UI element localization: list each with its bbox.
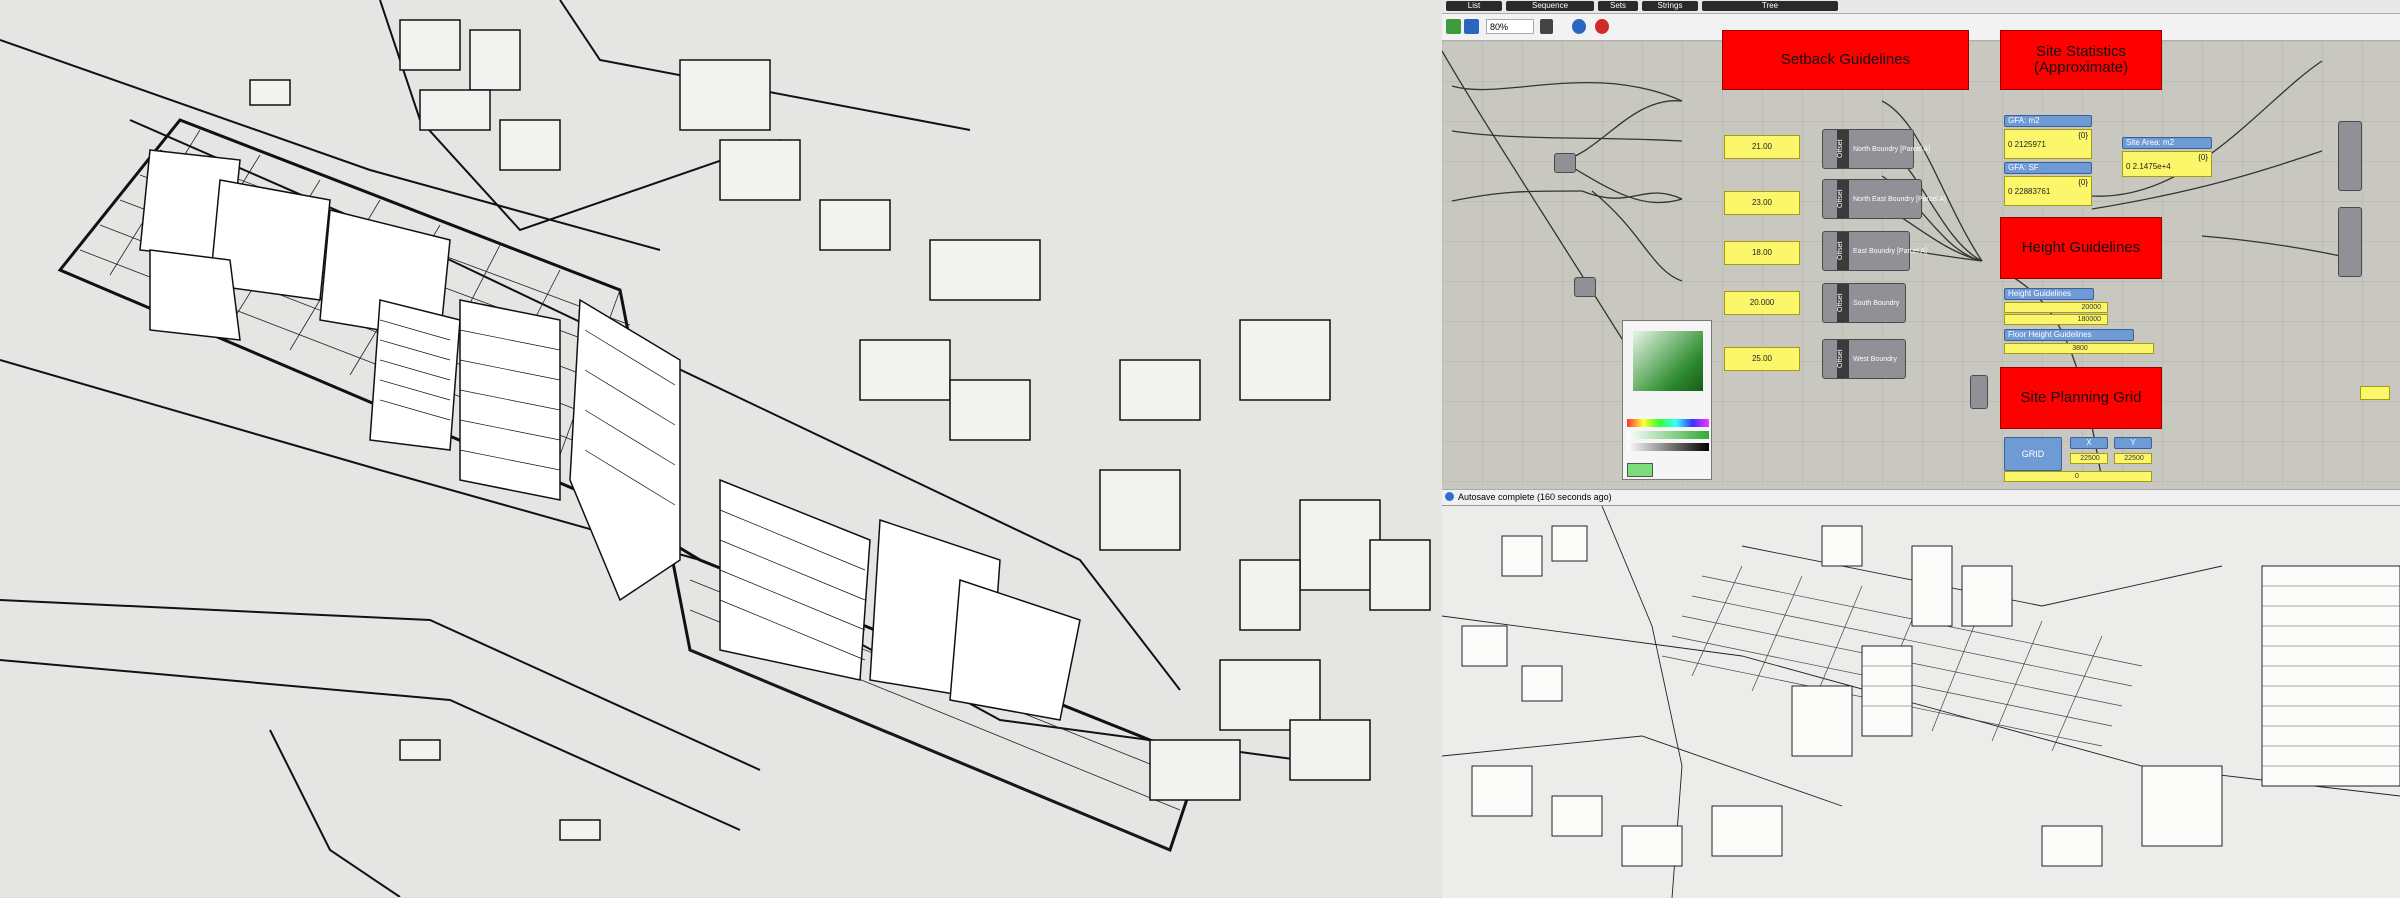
grid-y-slider[interactable]: 22500 <box>2114 453 2152 464</box>
gfa-sf-panel[interactable]: {0} 0 22883761 <box>2004 176 2092 206</box>
offset-component-label: South Boundry <box>1853 299 1900 307</box>
tab-sequence[interactable]: Sequence <box>1506 1 1594 11</box>
rhino-viewport-perspective[interactable] <box>0 0 1442 897</box>
height-guidelines-group[interactable]: Height Guidelines <box>2000 217 2162 279</box>
region-component[interactable] <box>1970 375 1988 409</box>
setback-panel-5[interactable]: 25.00 <box>1724 347 1800 371</box>
height-slider-1[interactable]: 20000 <box>2004 302 2108 313</box>
tab-list[interactable]: List <box>1446 1 1502 11</box>
offset-component-label: West Boundry <box>1853 355 1897 363</box>
offset-component-name: Offset <box>1837 180 1849 218</box>
swatch-preview <box>1627 463 1653 477</box>
save-file-icon[interactable] <box>1464 19 1479 34</box>
output-panel[interactable] <box>2360 386 2390 400</box>
gfa-sf-index: {0} <box>2078 178 2088 187</box>
rhino-viewport-aerial[interactable] <box>1442 505 2400 898</box>
colour-swatch-picker[interactable] <box>1622 320 1712 480</box>
status-bar: Autosave complete (160 seconds ago) <box>1442 489 2400 505</box>
setback-guidelines-group[interactable]: Setback Guidelines <box>1722 30 1969 90</box>
component-tab-strip: List Sequence Sets Strings Tree <box>1442 0 2400 14</box>
grasshopper-window: List Sequence Sets Strings Tree 80% Setb… <box>1442 0 2400 505</box>
saturation-slider[interactable] <box>1627 431 1709 439</box>
site-area-panel[interactable]: {0} 0 2.1475e+4 <box>2122 151 2212 177</box>
grid-rotation-slider[interactable]: 0 <box>2004 471 2152 482</box>
offset-component-north-east[interactable]: Offset North East Boundry [Parcel A] <box>1822 179 1946 219</box>
site-statistics-title: Site Statistics <box>2035 43 2127 60</box>
relay-node[interactable] <box>1574 277 1596 297</box>
gfa-sf-value: 0 22883761 <box>2008 187 2051 196</box>
height-slider-2[interactable]: 180000 <box>2004 314 2108 325</box>
hue-slider[interactable] <box>1627 419 1709 427</box>
grid-param[interactable]: GRID <box>2004 437 2062 471</box>
value-slider[interactable] <box>1627 443 1709 451</box>
aerial-massing-drawing <box>1442 506 2400 898</box>
grasshopper-canvas[interactable]: Setback Guidelines Site Statistics (Appr… <box>1442 30 2400 485</box>
gfa-m2-panel[interactable]: {0} 0 2125971 <box>2004 129 2092 159</box>
zoom-extents-icon[interactable] <box>1540 19 1553 34</box>
site-area-label[interactable]: Site Area: m2 <box>2122 137 2212 149</box>
output-component[interactable] <box>2338 121 2362 191</box>
grid-y-label[interactable]: Y <box>2114 437 2152 449</box>
tab-tree[interactable]: Tree <box>1702 1 1838 11</box>
height-guidelines-label[interactable]: Height Guidelines <box>2004 288 2094 300</box>
grid-x-slider[interactable]: 22500 <box>2070 453 2108 464</box>
offset-component-name: Offset <box>1837 340 1849 378</box>
open-file-icon[interactable] <box>1446 19 1461 34</box>
autosave-status-icon <box>1445 492 1454 501</box>
sketch-pen-icon[interactable] <box>1595 19 1609 34</box>
setback-panel-1[interactable]: 21.00 <box>1724 135 1800 159</box>
offset-component-name: Offset <box>1837 232 1849 270</box>
offset-component-name: Offset <box>1837 284 1849 322</box>
autosave-status-text: Autosave complete (160 seconds ago) <box>1458 492 1612 502</box>
tab-sets[interactable]: Sets <box>1598 1 1638 11</box>
offset-component-west[interactable]: Offset West Boundry <box>1822 339 1906 379</box>
site-area-value: 0 2.1475e+4 <box>2126 162 2171 171</box>
zoom-level-field[interactable]: 80% <box>1486 19 1534 34</box>
setback-panel-3[interactable]: 18.00 <box>1724 241 1800 265</box>
site-statistics-group[interactable]: Site Statistics (Approximate) <box>2000 30 2162 90</box>
setback-panel-2[interactable]: 23.00 <box>1724 191 1800 215</box>
floor-height-slider[interactable]: 3800 <box>2004 343 2154 354</box>
colour-field[interactable] <box>1633 331 1703 391</box>
tab-strings[interactable]: Strings <box>1642 1 1698 11</box>
offset-component-label: North Boundry [Parcel A] <box>1853 145 1931 153</box>
floor-height-label[interactable]: Floor Height Guidelines <box>2004 329 2134 341</box>
output-component[interactable] <box>2338 207 2362 277</box>
site-planning-grid-group[interactable]: Site Planning Grid <box>2000 367 2162 429</box>
offset-component-south[interactable]: Offset South Boundry <box>1822 283 1906 323</box>
offset-component-east[interactable]: Offset East Boundry [Parcel A] <box>1822 231 1927 271</box>
site-statistics-subtitle: (Approximate) <box>2033 59 2129 76</box>
setback-panel-4[interactable]: 20.000 <box>1724 291 1800 315</box>
relay-node[interactable] <box>1554 153 1576 173</box>
grid-x-label[interactable]: X <box>2070 437 2108 449</box>
gfa-m2-label[interactable]: GFA: m2 <box>2004 115 2092 127</box>
site-area-index: {0} <box>2198 153 2208 162</box>
massing-model-drawing <box>0 0 1442 897</box>
gfa-m2-value: 0 2125971 <box>2008 140 2046 149</box>
offset-component-name: Offset <box>1837 130 1849 168</box>
offset-component-label: East Boundry [Parcel A] <box>1853 247 1927 255</box>
preview-eye-icon[interactable] <box>1572 19 1586 34</box>
gfa-m2-index: {0} <box>2078 131 2088 140</box>
offset-component-label: North East Boundry [Parcel A] <box>1853 195 1946 203</box>
offset-component-north[interactable]: Offset North Boundry [Parcel A] <box>1822 129 1930 169</box>
gfa-sf-label[interactable]: GFA: SF <box>2004 162 2092 174</box>
